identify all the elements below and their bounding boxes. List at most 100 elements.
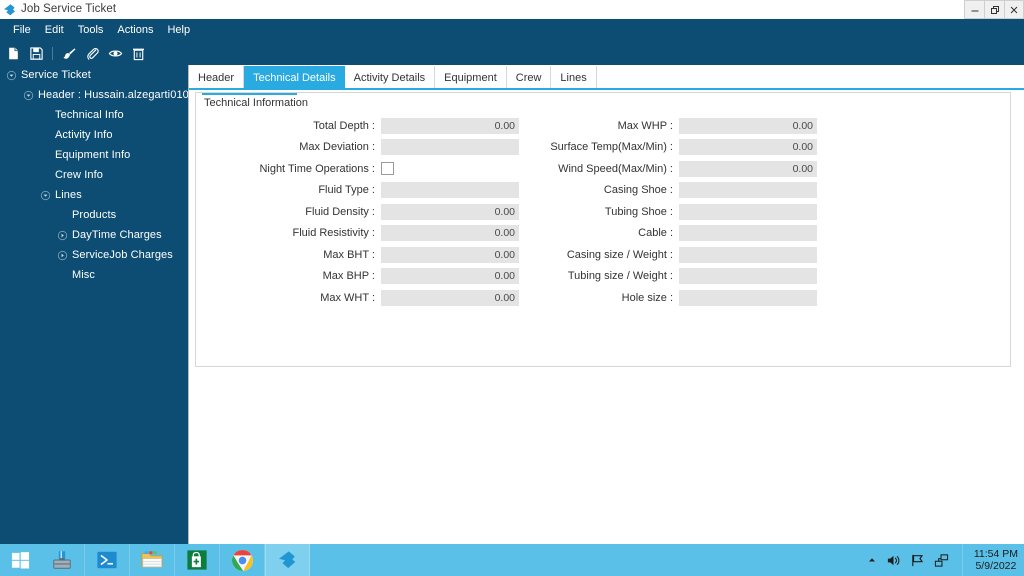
- task-item-file-explorer[interactable]: [130, 544, 175, 576]
- task-item-toolbox[interactable]: [40, 544, 85, 576]
- max-deviation-label: Max Deviation :: [299, 141, 375, 154]
- sidebar-item[interactable]: Service Ticket: [0, 65, 188, 85]
- sidebar-item-label: Header : Hussain.alzegarti01022...: [38, 89, 211, 101]
- max-deviation-input[interactable]: [381, 139, 519, 156]
- form-row: Fluid Type :: [196, 180, 526, 202]
- field-value: 0.00: [494, 205, 515, 218]
- menu-item-help[interactable]: Help: [160, 21, 197, 39]
- chevron-right-icon[interactable]: [57, 230, 68, 241]
- sidebar-item[interactable]: Activity Info: [0, 125, 188, 145]
- sidebar-item-label: Products: [72, 209, 117, 221]
- max-wht-input[interactable]: 0.00: [381, 289, 519, 306]
- hole-size-label: Hole size :: [621, 291, 673, 304]
- form-row: Tubing size / Weight :: [526, 266, 836, 288]
- tab-label: Header: [198, 71, 235, 84]
- network-icon[interactable]: [934, 553, 949, 568]
- total-depth-label: Total Depth :: [313, 119, 375, 132]
- menu-item-file[interactable]: File: [6, 21, 38, 39]
- tab-lines[interactable]: Lines: [551, 66, 597, 89]
- fluid-resistivity-label: Fluid Resistivity :: [292, 227, 375, 240]
- save-icon[interactable]: [26, 43, 46, 63]
- total-depth-input[interactable]: 0.00: [381, 117, 519, 134]
- tab-bar[interactable]: Header Technical Details Activity Details E…: [189, 66, 1024, 89]
- max-bhp-input[interactable]: 0.00: [381, 268, 519, 285]
- field-value: 0.00: [792, 162, 813, 175]
- chevron-up-icon[interactable]: [867, 555, 877, 565]
- chevron-down-icon[interactable]: [6, 70, 17, 81]
- surface-temp-max-min-input[interactable]: 0.00: [679, 139, 817, 156]
- group-accent-bar: [202, 93, 297, 95]
- casing-shoe-input[interactable]: [679, 182, 817, 199]
- fluid-type-input[interactable]: [381, 182, 519, 199]
- sidebar-item[interactable]: Lines: [0, 185, 188, 205]
- max-whp-input[interactable]: 0.00: [679, 117, 817, 134]
- tab-activity-details[interactable]: Activity Details: [344, 66, 436, 89]
- menu-item-actions[interactable]: Actions: [110, 21, 160, 39]
- tab-equipment[interactable]: Equipment: [435, 66, 507, 89]
- cable-input[interactable]: [679, 225, 817, 242]
- visibility-icon[interactable]: [105, 43, 125, 63]
- menu-item-edit[interactable]: Edit: [38, 21, 71, 39]
- restore-button[interactable]: [984, 0, 1004, 19]
- hole-size-input[interactable]: [679, 289, 817, 306]
- field-value: 0.00: [792, 119, 813, 132]
- fluid-resistivity-input[interactable]: 0.00: [381, 225, 519, 242]
- task-item-job-service-ticket[interactable]: [265, 544, 310, 576]
- casing-size-weight-input[interactable]: [679, 246, 817, 263]
- task-item-chrome[interactable]: [220, 544, 265, 576]
- form-row: Cable :: [526, 223, 836, 245]
- paintbrush-icon[interactable]: [59, 43, 79, 63]
- task-item-powershell[interactable]: [85, 544, 130, 576]
- tray-separator: [961, 544, 963, 576]
- flag-icon[interactable]: [910, 553, 925, 568]
- form-row: Night Time Operations :: [196, 158, 526, 180]
- sidebar-item-label: ServiceJob Charges: [72, 249, 173, 261]
- sidebar-item-label: Lines: [55, 189, 82, 201]
- navigation-sidebar[interactable]: Service Ticket Header : Hussain.alzegarti…: [0, 65, 211, 544]
- night-time-operations-checkbox[interactable]: [381, 162, 394, 176]
- task-item-store[interactable]: [175, 544, 220, 576]
- tab-label: Activity Details: [353, 71, 426, 84]
- menu-item-tools[interactable]: Tools: [71, 21, 111, 39]
- sidebar-item[interactable]: Technical Info: [0, 105, 188, 125]
- tubing-shoe-input[interactable]: [679, 203, 817, 220]
- volume-icon[interactable]: [886, 553, 901, 568]
- sidebar-item[interactable]: Products: [0, 205, 188, 225]
- close-button[interactable]: [1004, 0, 1024, 19]
- chevron-down-icon[interactable]: [23, 90, 34, 101]
- sidebar-item[interactable]: DayTime Charges: [0, 225, 188, 245]
- delete-icon[interactable]: [128, 43, 148, 63]
- field-value: 0.00: [494, 119, 515, 132]
- tab-technical-details[interactable]: Technical Details: [244, 66, 345, 89]
- night-time-operations-label: Night Time Operations :: [259, 162, 375, 175]
- minimize-button[interactable]: [964, 0, 984, 19]
- chevron-down-icon[interactable]: [40, 190, 51, 201]
- attachment-icon[interactable]: [82, 43, 102, 63]
- sidebar-item-label: Equipment Info: [55, 149, 131, 161]
- chevron-right-icon[interactable]: [57, 250, 68, 261]
- tab-header[interactable]: Header: [189, 66, 245, 89]
- start-button[interactable]: [0, 544, 40, 576]
- system-tray: 11:54 PM 5/9/2022: [867, 544, 1024, 576]
- new-document-icon[interactable]: [3, 43, 23, 63]
- clock[interactable]: 11:54 PM 5/9/2022: [974, 548, 1018, 572]
- sidebar-item-label: Technical Info: [55, 109, 124, 121]
- clock-time: 11:54 PM: [973, 548, 1018, 560]
- sidebar-item[interactable]: Equipment Info: [0, 145, 188, 165]
- tubing-size-weight-label: Tubing size / Weight :: [567, 270, 673, 283]
- sidebar-item[interactable]: Misc: [0, 265, 188, 285]
- windows-taskbar: 11:54 PM 5/9/2022: [0, 544, 1024, 576]
- max-bht-input[interactable]: 0.00: [381, 246, 519, 263]
- sidebar-item[interactable]: Crew Info: [0, 165, 188, 185]
- menu-bar: File Edit Tools Actions Help: [0, 19, 1024, 41]
- tab-label: Crew: [515, 71, 542, 84]
- sidebar-item[interactable]: ServiceJob Charges: [0, 245, 188, 265]
- sidebar-item[interactable]: Header : Hussain.alzegarti01022...: [0, 85, 211, 105]
- tab-crew[interactable]: Crew: [506, 66, 552, 89]
- tubing-size-weight-input[interactable]: [679, 268, 817, 285]
- fluid-density-input[interactable]: 0.00: [381, 203, 519, 220]
- wind-speed-max-min-input[interactable]: 0.00: [679, 160, 817, 177]
- form-row: Fluid Density : 0.00: [196, 201, 526, 223]
- technical-information-panel: Technical Information Total Depth :0.00 M…: [195, 92, 1011, 367]
- form-row: Max WHT : 0.00: [196, 287, 526, 309]
